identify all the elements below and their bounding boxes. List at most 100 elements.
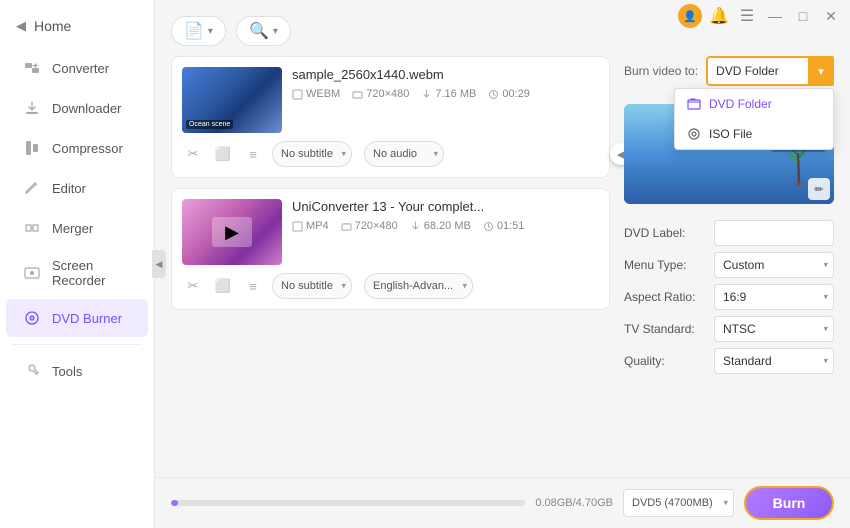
dvd-label-row: DVD Label:	[624, 220, 834, 246]
audio-select-1[interactable]: No audio	[364, 141, 444, 167]
file-info-2: UniConverter 13 - Your complet... MP4 72…	[292, 199, 599, 265]
sidebar-item-merger-label: Merger	[52, 221, 93, 236]
add-file-dropdown-icon: ▾	[208, 26, 213, 37]
burn-to-dropdown: DVD Folder ISO File	[674, 88, 834, 150]
sidebar-item-dvd-burner[interactable]: DVD Burner	[6, 299, 148, 337]
subtitle-select-2[interactable]: No subtitle	[272, 273, 352, 299]
file-card-2: ▶ UniConverter 13 - Your complet... MP4	[171, 188, 610, 310]
file-meta-2: MP4 720×480 68.20 MB	[292, 220, 599, 232]
add-file-button[interactable]: 📄 ▾	[171, 16, 226, 46]
quality-label: Quality:	[624, 354, 665, 368]
audio-select-wrapper-1: No audio	[364, 141, 444, 167]
audio-select-wrapper-2: English-Advan...	[364, 273, 473, 299]
aspect-ratio-select[interactable]: 16:9 4:3	[714, 284, 834, 310]
merger-icon	[22, 218, 42, 238]
dropdown-item-iso-file[interactable]: ISO File	[675, 119, 833, 149]
size-label: 0.08GB/4.70GB	[535, 497, 613, 509]
cut-icon-2[interactable]: ✂	[182, 275, 204, 297]
sidebar-item-editor[interactable]: Editor	[6, 169, 148, 207]
sidebar-item-compressor[interactable]: Compressor	[6, 129, 148, 167]
maximize-button[interactable]: □	[792, 5, 814, 27]
dvd-label-input[interactable]	[714, 220, 834, 246]
burn-to-label: Burn video to:	[624, 64, 698, 78]
sidebar-item-merger[interactable]: Merger	[6, 209, 148, 247]
menu-type-select[interactable]: Custom Classic Modern	[714, 252, 834, 278]
tools-icon	[22, 361, 42, 381]
add-chapter-button[interactable]: 🔍 ▾	[236, 16, 291, 46]
tv-standard-label: TV Standard:	[624, 322, 695, 336]
window-controls: 👤 🔔 ☰ — □ ✕	[678, 4, 842, 28]
file-card-top-1: Ocean scene sample_2560x1440.webm WEBM	[182, 67, 599, 133]
file-resolution-1: 720×480	[352, 88, 409, 100]
sidebar-item-compressor-label: Compressor	[52, 141, 123, 156]
burn-to-select-wrapper: DVD Folder ISO File ▾	[706, 56, 834, 86]
right-panel: Burn video to: DVD Folder ISO File ▾ DVD…	[624, 56, 834, 467]
progress-bar-fill	[171, 500, 178, 506]
burn-to-row: Burn video to: DVD Folder ISO File ▾	[624, 56, 834, 86]
sidebar-item-dvd-burner-label: DVD Burner	[52, 311, 122, 326]
menu-type-label: Menu Type:	[624, 258, 686, 272]
sidebar-item-converter-label: Converter	[52, 61, 109, 76]
menu-type-select-wrapper: Custom Classic Modern	[714, 252, 834, 278]
cut-icon-1[interactable]: ✂	[182, 143, 204, 165]
file-duration-2: 01:51	[483, 220, 525, 232]
compressor-icon	[22, 138, 42, 158]
user-icon[interactable]: 👤	[678, 4, 702, 28]
burn-to-container: Burn video to: DVD Folder ISO File ▾ DVD…	[624, 56, 834, 86]
dvd-label-label: DVD Label:	[624, 226, 685, 240]
file-list: Ocean scene sample_2560x1440.webm WEBM	[171, 56, 610, 467]
tv-standard-row: TV Standard: NTSC PAL	[624, 316, 834, 342]
add-file-icon: 📄	[184, 21, 204, 41]
screen-recorder-icon	[22, 263, 42, 283]
effects-icon-1[interactable]: ≡	[242, 143, 264, 165]
main-content: 👤 🔔 ☰ — □ ✕ 📄 ▾ 🔍 ▾ Ocean scene	[155, 0, 850, 528]
add-chapter-icon: 🔍	[249, 21, 269, 41]
file-duration-1: 00:29	[488, 88, 530, 100]
quality-row: Quality: Standard High Low	[624, 348, 834, 374]
quality-select-wrapper: Standard High Low	[714, 348, 834, 374]
home-label: Home	[34, 18, 71, 34]
effects-icon-2[interactable]: ≡	[242, 275, 264, 297]
sidebar-item-converter[interactable]: Converter	[6, 49, 148, 87]
file-info-1: sample_2560x1440.webm WEBM 720×480	[292, 67, 599, 133]
home-button[interactable]: ◀ Home	[0, 10, 154, 42]
subtitle-select-1[interactable]: No subtitle	[272, 141, 352, 167]
preview-edit-button[interactable]: ✏	[808, 178, 830, 200]
tv-standard-select[interactable]: NTSC PAL	[714, 316, 834, 342]
editor-icon	[22, 178, 42, 198]
file-meta-1: WEBM 720×480 7.16 MB	[292, 88, 599, 100]
minimize-button[interactable]: —	[764, 5, 786, 27]
file-card-top-2: ▶ UniConverter 13 - Your complet... MP4	[182, 199, 599, 265]
sidebar-collapse-button[interactable]: ◀	[152, 250, 166, 278]
burn-button[interactable]: Burn	[744, 486, 834, 520]
tv-standard-select-wrapper: NTSC PAL	[714, 316, 834, 342]
sidebar-item-tools[interactable]: Tools	[6, 352, 148, 390]
aspect-ratio-row: Aspect Ratio: 16:9 4:3	[624, 284, 834, 310]
dvd-label-input-wrapper	[714, 220, 834, 246]
file-format-2: MP4	[292, 220, 329, 232]
settings-grid: DVD Label: Menu Type: Custom Classic Mod…	[624, 220, 834, 374]
audio-select-2[interactable]: English-Advan...	[364, 273, 473, 299]
sidebar-item-screen-recorder[interactable]: Screen Recorder	[6, 249, 148, 297]
disc-select[interactable]: DVD5 (4700MB) DVD9 (8500MB)	[623, 489, 734, 517]
content-area: Ocean scene sample_2560x1440.webm WEBM	[155, 56, 850, 477]
add-chapter-dropdown-icon: ▾	[273, 26, 278, 37]
dropdown-item-dvd-folder[interactable]: DVD Folder	[675, 89, 833, 119]
burn-to-dropdown-arrow[interactable]: ▾	[808, 56, 834, 86]
sidebar-item-downloader[interactable]: Downloader	[6, 89, 148, 127]
crop-icon-1[interactable]: ⬜	[212, 143, 234, 165]
sidebar-item-editor-label: Editor	[52, 181, 86, 196]
file-resolution-2: 720×480	[341, 220, 398, 232]
close-button[interactable]: ✕	[820, 5, 842, 27]
file-format-1: WEBM	[292, 88, 340, 100]
file-size-1: 7.16 MB	[421, 88, 476, 100]
downloader-icon	[22, 98, 42, 118]
bell-icon[interactable]: 🔔	[708, 5, 730, 27]
quality-select[interactable]: Standard High Low	[714, 348, 834, 374]
file-card-1: Ocean scene sample_2560x1440.webm WEBM	[171, 56, 610, 178]
menu-icon[interactable]: ☰	[736, 5, 758, 27]
subtitle-select-wrapper-2: No subtitle	[272, 273, 352, 299]
file-thumbnail-1: Ocean scene	[182, 67, 282, 133]
sidebar-item-tools-label: Tools	[52, 364, 82, 379]
crop-icon-2[interactable]: ⬜	[212, 275, 234, 297]
